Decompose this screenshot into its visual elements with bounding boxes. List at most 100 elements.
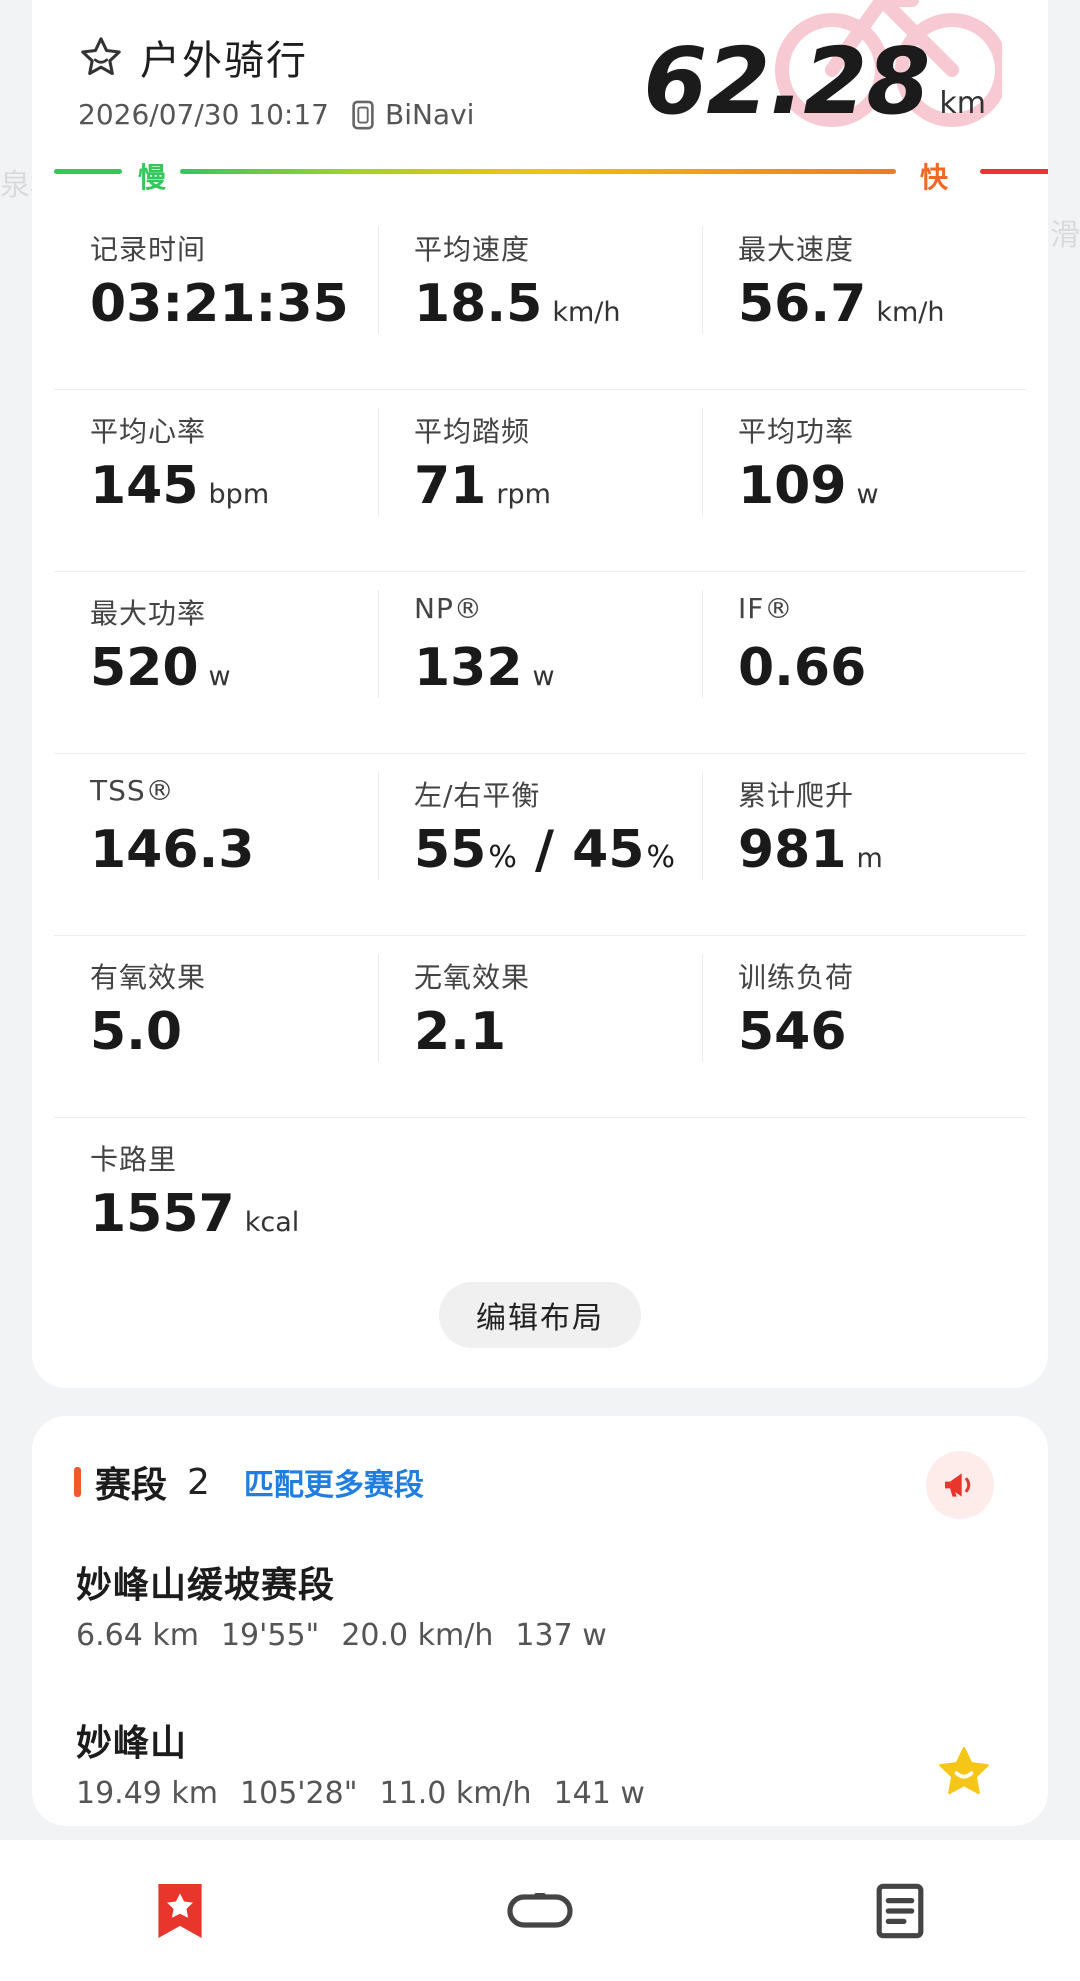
segments-card: 赛段 2 匹配更多赛段 妙峰山缓坡赛段 6.64 km 19'55" 20.0 km…	[32, 1416, 1048, 1826]
metric-unit: w	[532, 661, 555, 692]
metric-label: 累计爬升	[738, 779, 855, 812]
segment-distance: 19.49 km	[76, 1776, 219, 1811]
percent-sign: %	[646, 840, 675, 875]
metric-label: 记录时间	[90, 233, 207, 266]
metric-value: 5.0	[90, 1002, 182, 1062]
segment-time: 105'28"	[240, 1776, 358, 1811]
bookmark-star-icon	[158, 1883, 202, 1938]
metric-number: 56.7	[738, 274, 867, 334]
metric-value: 520 w	[90, 638, 231, 698]
metric-total-ascent: 累计爬升 981 m	[702, 754, 1026, 935]
metric-number: 132	[414, 638, 523, 698]
metrics-row: 有氧效果 5.0 无氧效果 2.1 训练负荷 546	[54, 936, 1026, 1118]
segment-name: 妙峰山缓坡赛段	[76, 1565, 336, 1606]
segment-name: 妙峰山	[76, 1723, 188, 1764]
metrics-row: 平均心率 145 bpm 平均踏频 71 rpm 平均功率 109 w	[54, 390, 1026, 572]
metric-label: 最大速度	[738, 233, 855, 266]
segment-item[interactable]: 妙峰山 19.49 km 105'28" 11.0 km/h 141 w	[76, 1714, 1004, 1834]
metric-label: 平均速度	[414, 233, 531, 266]
speed-slow-label: 慢	[138, 161, 167, 194]
segments-header: 赛段 2 匹配更多赛段	[74, 1456, 424, 1508]
segment-distance: 6.64 km	[76, 1618, 199, 1653]
metric-value: 146.3	[90, 820, 254, 880]
metric-value: 145 bpm	[90, 456, 269, 516]
metric-lr-balance: 左/右平衡 55% / 45%	[378, 754, 702, 935]
balance-right-value: 45	[572, 820, 645, 880]
metrics-row: TSS® 146.3 左/右平衡 55% / 45% 累计爬升 981 m	[54, 754, 1026, 936]
nav-item-report[interactable]	[720, 1840, 1080, 1981]
speed-fast-label: 快	[920, 161, 949, 194]
distance-value: 62.28	[643, 28, 930, 135]
metric-unit: w	[856, 479, 879, 510]
metric-value: 56.7 km/h	[738, 274, 944, 334]
metric-value: 546	[738, 1002, 847, 1062]
metric-label: 平均功率	[738, 415, 855, 448]
metric-unit: km/h	[552, 297, 621, 328]
metric-label: IF®	[738, 592, 794, 625]
metric-value: 109 w	[738, 456, 879, 516]
segment-speed: 11.0 km/h	[379, 1776, 532, 1811]
megaphone-icon	[945, 1473, 971, 1497]
speed-gradient-line	[180, 169, 896, 174]
metric-number: 71	[414, 456, 487, 516]
metric-aerobic-effect: 有氧效果 5.0	[54, 936, 378, 1117]
metric-number: 546	[738, 1002, 847, 1062]
activity-summary-card: 户外骑行 2026/07/30 10:17 BiNavi 62.28 km 慢 …	[32, 0, 1048, 1388]
report-icon	[876, 1883, 924, 1938]
metric-if: IF® 0.66	[702, 572, 1026, 753]
nav-item-device[interactable]	[360, 1840, 720, 1981]
metric-value: 03:21:35	[90, 274, 349, 334]
distance-unit: km	[939, 86, 986, 121]
metric-label: 平均心率	[90, 415, 207, 448]
metric-tss: TSS® 146.3	[54, 754, 378, 935]
megaphone-button[interactable]	[926, 1451, 994, 1519]
background-ghost-text: 滑	[1050, 218, 1080, 253]
metric-anaerobic-effect: 无氧效果 2.1	[378, 936, 702, 1117]
metric-number: 5.0	[90, 1002, 183, 1062]
device-link-icon	[507, 1892, 573, 1928]
metric-label: 有氧效果	[90, 961, 207, 994]
metric-number: 109	[738, 456, 847, 516]
metric-label: 左/右平衡	[414, 779, 541, 812]
segments-count: 2	[187, 1461, 210, 1503]
section-accent-bar	[74, 1467, 81, 1497]
metric-label: NP®	[414, 592, 483, 625]
segment-power: 137 w	[515, 1618, 607, 1653]
star-outline-icon[interactable]	[78, 34, 124, 80]
metrics-grid: 记录时间 03:21:35 平均速度 18.5 km/h 最大速度 56.7 km/…	[54, 208, 1026, 1299]
activity-meta: 2026/07/30 10:17 BiNavi	[78, 98, 474, 131]
segment-item[interactable]: 妙峰山缓坡赛段 6.64 km 19'55" 20.0 km/h 137 w	[76, 1556, 1004, 1676]
speed-color-scale: 慢 快	[54, 160, 1048, 194]
total-distance: 62.28 km	[643, 28, 986, 135]
metric-value: 0.66	[738, 638, 866, 698]
metric-number: 1557	[90, 1184, 235, 1244]
header-title-row: 户外骑行	[78, 28, 308, 86]
activity-title: 户外骑行	[140, 38, 308, 84]
match-more-segments-link[interactable]: 匹配更多赛段	[244, 1460, 424, 1504]
metric-number: 145	[90, 456, 199, 516]
metric-avg-cadence: 平均踏频 71 rpm	[378, 390, 702, 571]
metric-unit: m	[856, 843, 883, 874]
metric-label: TSS®	[90, 774, 175, 807]
favorite-star-icon[interactable]	[936, 1744, 992, 1800]
device-icon	[352, 100, 374, 129]
metric-label: 无氧效果	[414, 961, 531, 994]
metric-calories: 卡路里 1557 kcal	[54, 1118, 379, 1299]
metrics-row: 卡路里 1557 kcal	[54, 1118, 1026, 1299]
segment-power: 141 w	[553, 1776, 645, 1811]
nav-item-bookmark[interactable]	[0, 1840, 360, 1981]
segment-stats: 19.49 km 105'28" 11.0 km/h 141 w	[76, 1776, 667, 1811]
metric-training-load: 训练负荷 546	[702, 936, 1026, 1117]
segment-time: 19'55"	[220, 1618, 320, 1653]
metric-label: 最大功率	[90, 597, 207, 630]
metric-avg-heart-rate: 平均心率 145 bpm	[54, 390, 378, 571]
metric-number: 03:21:35	[90, 274, 349, 334]
metric-number: 520	[90, 638, 199, 698]
metric-number: 981	[738, 820, 847, 880]
metric-np: NP® 132 w	[378, 572, 702, 753]
edit-layout-button[interactable]: 编辑布局	[439, 1282, 641, 1348]
metric-unit: bpm	[208, 479, 270, 510]
metrics-row: 最大功率 520 w NP® 132 w IF® 0.66	[54, 572, 1026, 754]
metric-value: 1557 kcal	[90, 1184, 299, 1244]
metric-number: 146.3	[90, 820, 255, 880]
